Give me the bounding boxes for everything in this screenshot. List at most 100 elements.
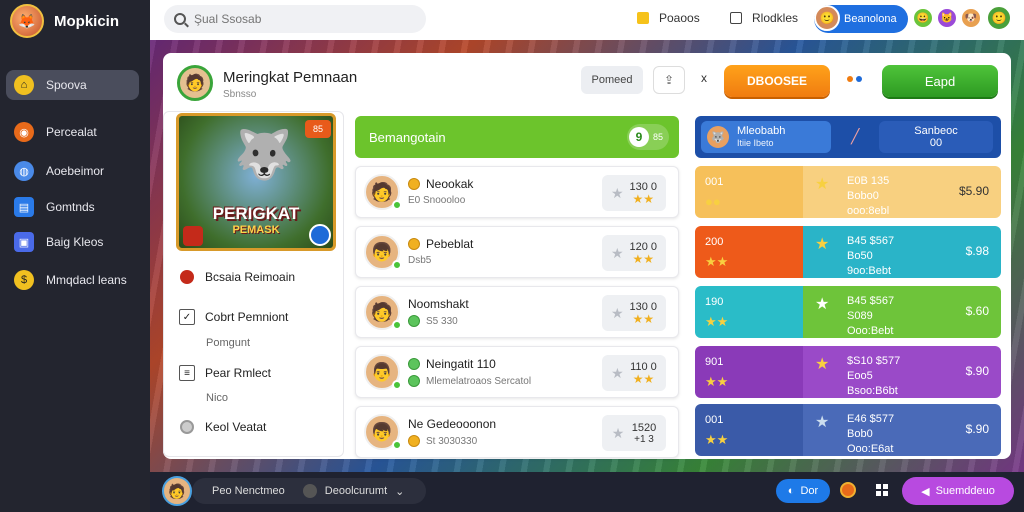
offer-price: $.90 <box>965 364 989 378</box>
summary-value: 00 <box>929 137 943 150</box>
topbar-link-poaoos[interactable]: Poaoos <box>637 11 700 25</box>
header-avatar[interactable]: 🧑 <box>177 65 213 101</box>
player-row[interactable]: 🧑 Neookak E0 Snoooloo ★ 130 0 ★★ <box>355 166 679 218</box>
user-avatar[interactable]: 🙂 <box>814 5 840 31</box>
player-row[interactable]: 🧑 Noomshakt S5 330 ★ 130 0 ★★ <box>355 286 679 338</box>
star-icon: ★ <box>815 296 830 313</box>
left-list-label: Cobrt Pemniont <box>205 310 289 324</box>
player-row[interactable]: 👦 Ne Gedeooonon St 3030330 ★ 1520 +1 3 <box>355 406 679 458</box>
player-score: ★ 110 0 ★★ <box>602 355 666 391</box>
sidebar-item-label: Baig Kleos <box>46 235 104 249</box>
sidebar-item-home[interactable]: ⌂ Spoova <box>6 70 139 100</box>
pomeed-button[interactable]: Pomeed <box>581 66 643 94</box>
left-list-item[interactable]: ✓ Cobrt Pemniont <box>179 309 288 325</box>
close-button[interactable]: x <box>701 71 707 85</box>
search-icon <box>174 13 186 25</box>
bottom-orange-icon[interactable] <box>840 482 856 498</box>
edit-icon[interactable]: ╱ <box>851 128 869 146</box>
offer-right: ★ E46 $577 Bob0 Ooo:E6at $.90 <box>803 404 1001 456</box>
friend-avatar[interactable]: 🐶 <box>960 7 982 29</box>
sidebar-item-label: Mmqdacl leans <box>46 273 127 287</box>
friend-avatar[interactable]: 😀 <box>912 7 934 29</box>
offer-card[interactable]: 001 ●● ★ E0B 135 Bobo0 ooo:8ebl $5.90 <box>695 166 1001 218</box>
offer-price: $.98 <box>965 244 989 258</box>
offer-card[interactable]: 190 ★★ ★ B45 $567 S089 Ooo:Bebt $.60 <box>695 286 1001 338</box>
primary-green-button[interactable]: Eapd <box>882 65 998 97</box>
leaderboard-title: Bemangotain <box>369 129 446 145</box>
topbar: Poaoos Rlodkles Beanolona 🙂 😀 😺 🐶 🙂 <box>150 0 1024 40</box>
chevron-down-icon[interactable]: ⌄ <box>395 485 404 498</box>
stars-icon: ★★ <box>632 312 654 326</box>
leaderboard-badge[interactable]: 9 85 <box>627 124 669 150</box>
star-icon: ★ <box>611 364 624 381</box>
share-button[interactable]: ⇪ <box>653 66 685 94</box>
list-icon: ≡ <box>179 365 195 381</box>
player-row[interactable]: 👦 Pebeblat Dsb5 ★ 120 0 ★★ <box>355 226 679 278</box>
offer-line1: B45 $567 <box>847 235 895 247</box>
offer-price: $.60 <box>965 304 989 318</box>
player-name: Neingatit 110 <box>426 357 496 371</box>
shop-header: 🐺 Mleobabh Itiie Ibeto ╱ Sanbeoc 00 <box>695 116 1001 158</box>
search-bar[interactable] <box>164 5 426 33</box>
brand-logo-icon: 🦊 <box>10 4 44 38</box>
bottom-user-name: Peo Nenctmeo <box>212 485 285 497</box>
sidebar-item-aoebeimor[interactable]: ◍ Aoebeimor <box>6 156 139 186</box>
brand[interactable]: 🦊 Mopkicin <box>10 4 119 38</box>
left-list-item[interactable]: Keol Veatat <box>179 419 266 435</box>
sidebar-item-gomtnds[interactable]: ▤ Gomtnds <box>6 192 139 222</box>
cover-left-button[interactable] <box>183 226 203 246</box>
player-sub: Dsb5 <box>408 255 432 266</box>
sidebar-item-mmqdacl-leans[interactable]: $ Mmqdacl leans <box>6 265 139 295</box>
mascot-icon: 🐺 <box>234 129 294 182</box>
coin-icon <box>408 238 420 250</box>
topbar-link-rlodkles[interactable]: Rlodkles <box>730 11 798 25</box>
player-sub: St 3030330 <box>426 435 478 447</box>
offer-line2: Eoo5 <box>847 369 873 382</box>
offer-line2: Bo50 <box>847 249 873 262</box>
bottom-blue-label: Dor <box>800 485 819 497</box>
offer-card[interactable]: 001 ★★ ★ E46 $577 Bob0 Ooo:E6at $.90 <box>695 404 1001 456</box>
bottom-avatar[interactable]: 🧑 <box>162 476 192 506</box>
sidebar-item-baig-kleos[interactable]: ▣ Baig Kleos <box>6 227 139 257</box>
bottom-purple-button[interactable]: ◀ Suemddeuo <box>902 477 1014 505</box>
gem-icon <box>408 315 420 327</box>
cover-right-button[interactable] <box>309 224 331 246</box>
offer-value: 901 <box>705 356 724 368</box>
online-status-icon <box>392 260 402 270</box>
offer-line1: E46 $577 <box>847 413 895 425</box>
friend-avatar[interactable]: 🙂 <box>986 5 1012 31</box>
topbar-link-label: Poaoos <box>659 11 700 25</box>
dot <box>847 76 853 82</box>
offer-card[interactable]: 200 ★★ ★ B45 $567 Bo50 9oo:Bebt $.98 <box>695 226 1001 278</box>
offer-right: ★ B45 $567 Bo50 9oo:Bebt $.98 <box>803 226 1001 278</box>
star-icon: ★ <box>610 244 624 261</box>
bottom-blue-button[interactable]: ◐ Dor <box>776 479 830 503</box>
score-value: 1520 <box>631 421 657 434</box>
cover-title: PERIGKAT <box>212 204 300 223</box>
offer-line3: Ooo:E6at <box>847 442 894 455</box>
friend-avatar[interactable]: 😺 <box>936 7 958 29</box>
search-input[interactable] <box>194 12 394 26</box>
page-title: Meringkat Pemnaan <box>223 69 358 86</box>
offer-value: 200 <box>705 236 724 248</box>
bottom-user-pill[interactable]: Peo Nenctmeo Deoolcurumt ⌄ <box>192 478 426 504</box>
offer-right: ★ E0B 135 Bobo0 ooo:8ebl $5.90 <box>803 166 1001 218</box>
primary-orange-button[interactable]: DBOOSEE <box>724 65 830 97</box>
sidebar-item-percealat[interactable]: ◉ Percealat <box>6 117 139 147</box>
shop-name: Mleobabh <box>737 124 786 137</box>
offer-line3: ooo:8ebl <box>847 204 890 217</box>
game-cover-image[interactable]: 🐺 85 PERIGKAT PEMASK <box>176 113 336 251</box>
pagination-dots[interactable] <box>847 76 862 82</box>
left-list-item[interactable]: Bcsaia Reimoain <box>179 269 295 285</box>
left-list-label: Keol Veatat <box>205 420 267 434</box>
toggle-icon <box>179 419 195 435</box>
shop-profile[interactable]: 🐺 Mleobabh Itiie Ibeto <box>701 121 831 153</box>
offer-card[interactable]: 901 ★★ ★ $S10 $577 Eoo5 Bsoo:B6bt $.90 <box>695 346 1001 398</box>
badge-text: 85 <box>653 132 664 142</box>
player-row[interactable]: 👨 Neingatit 110 Mlemelatroaos Sercatol ★… <box>355 346 679 398</box>
share-icon: ⇪ <box>663 73 675 87</box>
left-list-item[interactable]: ≡ Pear Rmlect <box>179 365 271 381</box>
stars-icon: ★★ <box>632 192 654 206</box>
grid-icon[interactable] <box>876 484 888 496</box>
gem-icon <box>408 358 420 370</box>
